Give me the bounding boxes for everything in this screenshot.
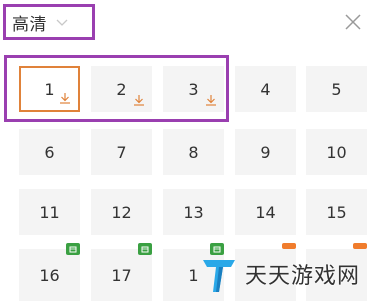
episode-number: 4 xyxy=(260,79,271,99)
episode-number: 16 xyxy=(39,265,60,285)
episode-button[interactable]: 3 xyxy=(163,66,224,112)
episode-button[interactable]: 2 xyxy=(91,66,152,112)
episode-button[interactable]: 9 xyxy=(235,129,296,175)
new-badge-icon xyxy=(353,243,367,249)
episode-number: 2 xyxy=(116,79,127,99)
episode-button[interactable]: 4 xyxy=(235,66,296,112)
episode-button[interactable]: 5 xyxy=(306,66,367,112)
episode-button[interactable]: 6 xyxy=(19,129,80,175)
episode-number: 11 xyxy=(39,202,60,222)
episode-button[interactable]: 7 xyxy=(91,129,152,175)
episode-number: 5 xyxy=(331,79,342,99)
episode-number: 15 xyxy=(326,202,347,222)
episode-button[interactable]: 8 xyxy=(163,129,224,175)
episode-number: 1 xyxy=(188,265,199,285)
episode-button[interactable]: 1 xyxy=(19,66,80,112)
downloaded-icon xyxy=(134,95,144,106)
episode-button[interactable]: 14 xyxy=(235,189,296,235)
episode-button[interactable]: 10 xyxy=(306,129,367,175)
episode-button[interactable]: 11 xyxy=(19,189,80,235)
episode-button[interactable]: 13 xyxy=(163,189,224,235)
vip-badge-icon xyxy=(66,243,80,255)
downloaded-icon xyxy=(206,95,216,106)
episode-number: 10 xyxy=(326,142,347,162)
episode-number: 12 xyxy=(111,202,132,222)
episode-button[interactable]: 15 xyxy=(306,189,367,235)
quality-dropdown[interactable]: 高清 xyxy=(3,4,95,40)
episode-number: 17 xyxy=(111,265,132,285)
episode-button[interactable]: 12 xyxy=(91,189,152,235)
vip-badge-icon xyxy=(138,243,152,255)
episode-button[interactable]: 17 xyxy=(91,243,152,301)
episode-number: 14 xyxy=(255,202,276,222)
episode-number: 13 xyxy=(183,202,204,222)
episode-number: 6 xyxy=(44,142,55,162)
episode-number: 1 xyxy=(44,79,55,99)
close-icon[interactable] xyxy=(343,12,363,32)
episode-button[interactable]: 16 xyxy=(19,243,80,301)
episode-number: 8 xyxy=(188,142,199,162)
episode-number: 3 xyxy=(188,79,199,99)
watermark: 天天游戏网 xyxy=(199,252,385,296)
downloaded-icon xyxy=(60,93,70,104)
chevron-down-icon xyxy=(56,19,68,26)
episode-selector-panel: 高清 1 2 3 4 5 6 7 8 9 10 11 12 13 14 15 16 17 1 天天游戏网 xyxy=(0,0,389,301)
episode-number: 7 xyxy=(116,142,127,162)
watermark-text: 天天游戏网 xyxy=(245,264,361,289)
episode-number: 9 xyxy=(260,142,271,162)
new-badge-icon xyxy=(282,243,296,249)
t-logo-icon xyxy=(203,260,235,292)
quality-label: 高清 xyxy=(12,14,47,35)
